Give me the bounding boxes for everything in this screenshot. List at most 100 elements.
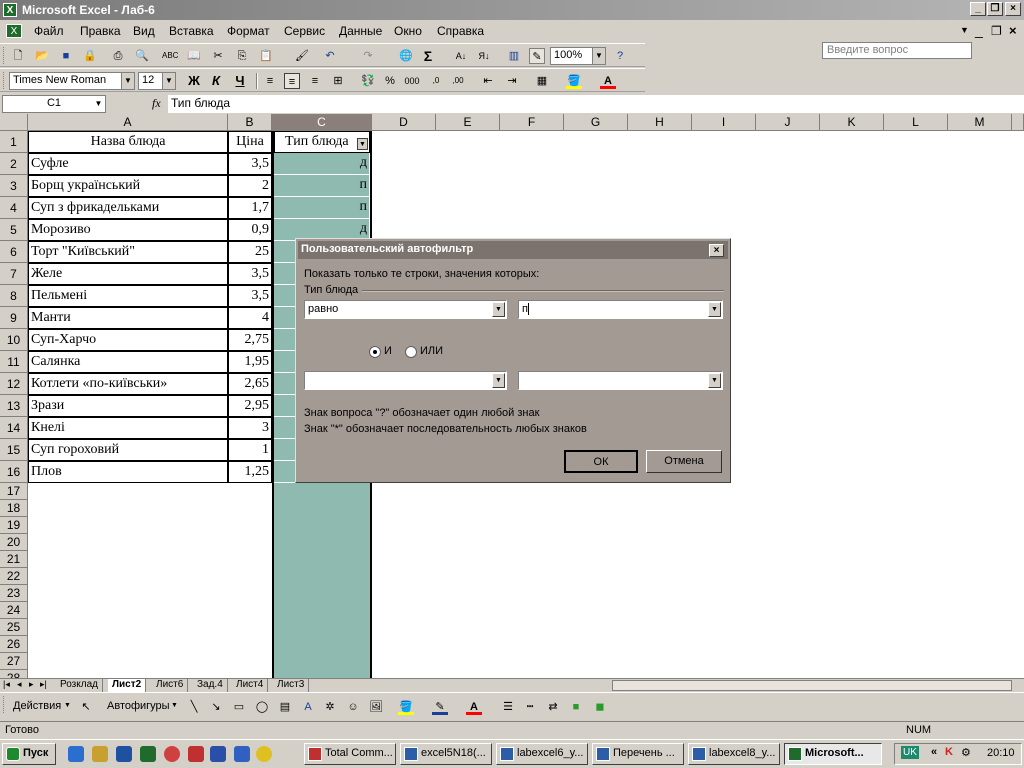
cell-b[interactable]: 1,7 xyxy=(228,197,272,219)
column-header-i[interactable]: I xyxy=(692,114,756,131)
line-icon[interactable]: ╲ xyxy=(186,699,202,715)
cell-a[interactable]: Салянка xyxy=(28,351,228,373)
row-header[interactable]: 26 xyxy=(0,636,28,653)
cell-a[interactable]: Кнелі xyxy=(28,417,228,439)
menu-insert[interactable]: Вставка xyxy=(169,24,214,38)
last-sheet-icon[interactable]: ▸| xyxy=(40,679,47,690)
ok-button[interactable]: ОК xyxy=(564,450,638,473)
name-box[interactable]: C1 ▼ xyxy=(2,95,106,113)
print-preview-icon[interactable]: 🔍 xyxy=(134,48,150,64)
cell-b[interactable]: 3 xyxy=(228,417,272,439)
cell-a[interactable]: Котлети «по-київськи» xyxy=(28,373,228,395)
textbox-icon[interactable]: ▤ xyxy=(277,699,293,715)
line-style-icon[interactable]: ☰ xyxy=(500,699,516,715)
cell-b[interactable]: 3,5 xyxy=(228,263,272,285)
horizontal-scrollbar[interactable] xyxy=(612,680,1012,691)
row-header[interactable]: 16 xyxy=(0,461,28,483)
tray-expand-icon[interactable]: « xyxy=(931,746,937,758)
chevron-down-icon[interactable]: ▼ xyxy=(64,702,71,709)
condition1-operator-select[interactable]: равно ▼ xyxy=(304,300,507,319)
row-header[interactable]: 20 xyxy=(0,534,28,551)
row-header[interactable]: 3 xyxy=(0,175,28,197)
column-header-g[interactable]: G xyxy=(564,114,628,131)
sort-descending-icon[interactable]: Я↓ xyxy=(476,48,492,64)
column-header-h[interactable]: H xyxy=(628,114,692,131)
cell-b[interactable]: 2,75 xyxy=(228,329,272,351)
row-header[interactable]: 28 xyxy=(0,670,28,678)
cell-b[interactable]: 3,5 xyxy=(228,153,272,175)
row-header[interactable]: 21 xyxy=(0,551,28,568)
taskbar-button[interactable]: labexcel6_y... xyxy=(496,743,588,765)
next-sheet-icon[interactable]: ▸ xyxy=(29,679,34,690)
chevron-down-icon[interactable]: ▼ xyxy=(708,373,721,388)
undo-icon[interactable]: ↶ xyxy=(322,48,338,64)
sheet-tab[interactable]: Лист3 xyxy=(273,679,310,692)
autoshapes-menu[interactable]: Автофигуры xyxy=(107,700,170,712)
language-indicator[interactable]: UK xyxy=(901,746,919,759)
column-header-a[interactable]: A xyxy=(28,114,228,131)
borders-icon[interactable]: ▦ xyxy=(534,73,550,89)
arrow-icon[interactable]: ↘ xyxy=(208,699,224,715)
comma-style-icon[interactable]: 000 xyxy=(404,73,420,89)
and-radio-label[interactable]: И xyxy=(384,345,392,357)
save-icon[interactable]: ■ xyxy=(58,48,74,64)
cell-c[interactable]: п xyxy=(274,197,370,219)
bold-button[interactable]: Ж xyxy=(186,73,202,89)
dialog-close-button[interactable]: × xyxy=(709,244,724,257)
picture-icon[interactable]: 🖼 xyxy=(368,699,384,715)
column-header-m[interactable]: M xyxy=(948,114,1012,131)
align-right-icon[interactable]: ≡ xyxy=(307,73,323,89)
doc-minimize-button[interactable]: _ xyxy=(975,22,983,38)
font-color-icon[interactable]: A xyxy=(600,73,616,89)
and-radio[interactable] xyxy=(369,346,381,358)
column-header-l[interactable]: L xyxy=(884,114,948,131)
cell-a[interactable]: Суп з фрикадельками xyxy=(28,197,228,219)
taskbar-button-active[interactable]: Microsoft... xyxy=(784,743,882,765)
workbook-icon[interactable]: X xyxy=(6,24,22,38)
cell-b1[interactable]: Ціна xyxy=(228,131,272,153)
or-radio-label[interactable]: ИЛИ xyxy=(420,345,443,357)
wordart-icon[interactable]: A xyxy=(300,699,316,715)
column-header-j[interactable]: J xyxy=(756,114,820,131)
chevron-down-icon[interactable]: ▼ xyxy=(708,302,721,317)
copy-icon[interactable]: ⎘ xyxy=(234,48,250,64)
merge-center-icon[interactable]: ⊞ xyxy=(330,73,346,89)
cell-b[interactable]: 1 xyxy=(228,439,272,461)
italic-button[interactable]: К xyxy=(208,73,224,89)
quicklaunch-icon[interactable] xyxy=(234,746,250,762)
cell-a[interactable]: Пельмені xyxy=(28,285,228,307)
chevron-down-icon[interactable]: ▼ xyxy=(121,73,134,89)
chart-wizard-icon[interactable]: ▥ xyxy=(506,48,522,64)
menu-data[interactable]: Данные xyxy=(339,24,382,38)
dash-style-icon[interactable]: ┅ xyxy=(522,699,538,715)
fill-color-icon[interactable]: 🪣 xyxy=(566,73,582,89)
cell-c[interactable]: п xyxy=(274,175,370,197)
cell-a[interactable]: Плов xyxy=(28,461,228,483)
row-header[interactable]: 4 xyxy=(0,197,28,219)
first-sheet-icon[interactable]: |◂ xyxy=(3,679,10,690)
chevron-down-icon[interactable]: ▼ xyxy=(162,73,175,89)
paste-icon[interactable]: 📋 xyxy=(258,48,274,64)
drawing-toggle-icon[interactable]: ✎ xyxy=(529,48,545,64)
row-header[interactable]: 1 xyxy=(0,131,28,153)
draw-actions-menu[interactable]: Действия xyxy=(13,700,61,712)
row-header[interactable]: 9 xyxy=(0,307,28,329)
condition1-value-input[interactable]: п ▼ xyxy=(518,300,723,319)
cell-a[interactable]: Суп-Харчо xyxy=(28,329,228,351)
condition2-value-input[interactable]: ▼ xyxy=(518,371,723,390)
insert-function-icon[interactable]: fx xyxy=(152,96,161,111)
select-all-corner[interactable] xyxy=(0,114,28,131)
explorer-icon[interactable] xyxy=(92,746,108,762)
minimize-window-button[interactable]: _ xyxy=(970,2,986,16)
column-header-e[interactable]: E xyxy=(436,114,500,131)
menu-edit[interactable]: Правка xyxy=(80,24,121,38)
taskbar-button[interactable]: Перечень ... xyxy=(592,743,684,765)
antivirus-icon[interactable] xyxy=(188,746,204,762)
doc-close-button[interactable]: × xyxy=(1009,23,1017,38)
zoom-select[interactable]: 100% ▼ xyxy=(550,47,606,65)
cell-b[interactable]: 0,9 xyxy=(228,219,272,241)
chevron-down-icon[interactable]: ▼ xyxy=(171,702,178,709)
row-header[interactable]: 19 xyxy=(0,517,28,534)
permission-icon[interactable]: 🔒 xyxy=(82,48,98,64)
cell-a[interactable]: Зрази xyxy=(28,395,228,417)
